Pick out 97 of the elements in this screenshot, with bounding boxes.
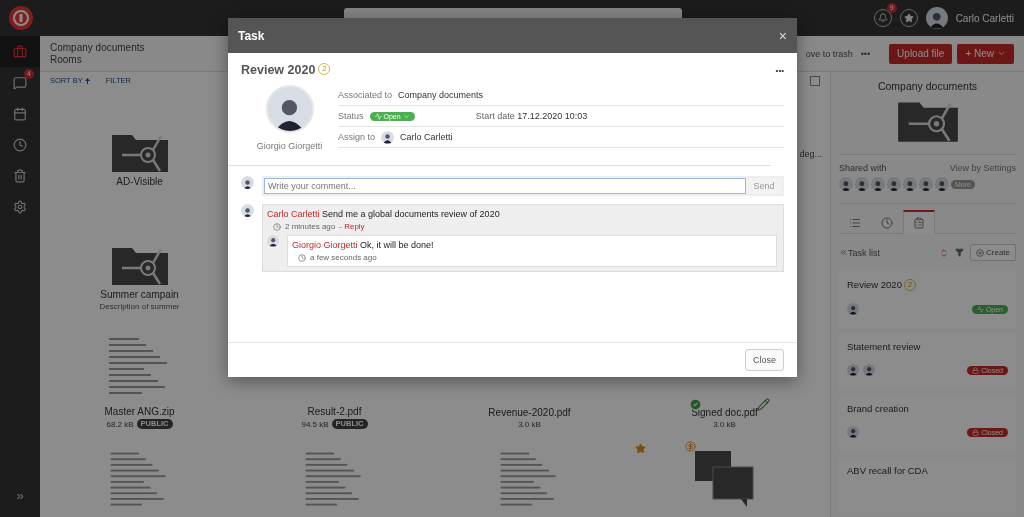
clock-icon <box>13 137 27 152</box>
avatar <box>887 177 901 191</box>
settings-link[interactable]: View by Settings <box>949 163 1016 173</box>
clipboard-icon <box>913 217 925 229</box>
briefcase-icon <box>13 44 27 59</box>
upload-button[interactable]: Upload file <box>889 43 953 64</box>
clock-icon <box>881 217 893 229</box>
clock-icon <box>298 253 306 262</box>
file-name: Master ANG.zip <box>104 406 175 417</box>
avatar <box>839 177 853 191</box>
filter-icon[interactable] <box>955 248 964 257</box>
folder-name: deg... <box>799 149 822 159</box>
breadcrumb-link[interactable]: Rooms <box>50 53 145 66</box>
file-name: Result-2.pdf <box>307 406 362 417</box>
shared-with-label: Shared with <box>839 163 887 173</box>
expand-button[interactable]: » <box>0 488 40 503</box>
new-button[interactable]: + New <box>957 43 1014 64</box>
trash-icon <box>13 168 27 183</box>
reply-link[interactable]: - Reply <box>339 222 365 231</box>
avatar <box>935 177 949 191</box>
file-size: 3.0 kB <box>518 420 541 429</box>
field-label: Assign to <box>338 132 376 142</box>
task-title: Brand creation <box>847 403 909 414</box>
creator-avatar <box>265 85 314 133</box>
chevrons-icon <box>839 248 848 257</box>
file-name: Revenue-2020.pdf <box>488 407 571 418</box>
assignee-name: Carlo Carletti <box>400 132 453 142</box>
caret-icon <box>402 112 410 120</box>
task-title: Review 2020 <box>241 63 316 77</box>
comment-field[interactable]: Write your comment... <box>264 178 746 194</box>
comment-time: a few seconds ago <box>310 253 377 262</box>
coin-icon <box>685 441 696 452</box>
activity-icon <box>374 112 382 120</box>
dialog-title: Task <box>238 28 265 43</box>
avatar <box>903 177 917 191</box>
folder-name: Summer campain <box>100 289 179 300</box>
list-icon <box>849 217 861 229</box>
avatar <box>855 177 869 191</box>
file-size: 94.5 kB <box>301 419 329 429</box>
file-name: Signed doc.pdf <box>691 407 758 418</box>
avatar <box>847 426 859 438</box>
bell-icon <box>877 13 888 23</box>
comment-text: Giorgio Giorgetti Ok, it will be done! <box>292 240 435 250</box>
field-label: Status <box>338 111 364 121</box>
avatar <box>381 130 395 144</box>
user-name[interactable]: Carlo Carletti <box>955 12 1014 24</box>
clock-icon <box>273 222 281 231</box>
author-link[interactable]: Giorgio Giorgetti <box>292 240 358 250</box>
avatar <box>847 364 859 376</box>
arrow-icon <box>84 77 90 84</box>
star-icon <box>903 13 914 23</box>
avatar <box>847 303 859 315</box>
caret-icon <box>997 49 1006 58</box>
folder-name: AD-Visible <box>116 176 163 187</box>
send-button[interactable]: Send <box>746 178 782 194</box>
lock-icon <box>972 428 980 436</box>
panel-tab[interactable] <box>903 210 935 234</box>
room-title: Company documents <box>50 41 145 54</box>
task-title: Statement review <box>847 341 921 352</box>
calendar-icon <box>13 106 27 121</box>
file-size: 3.0 kB <box>713 420 736 429</box>
avatar <box>919 177 933 191</box>
task-list-link[interactable]: Task list <box>839 247 880 258</box>
lock-icon <box>972 366 980 374</box>
comment-time: 2 minutes ago <box>285 222 336 231</box>
plus-icon <box>976 248 984 257</box>
move-to-trash-button[interactable]: ove to trash <box>805 48 853 59</box>
sidebar-item[interactable] <box>0 36 40 67</box>
avatar <box>241 176 254 189</box>
comment-text: Carlo Carletti Send me a global documents review of 2020 <box>267 209 501 219</box>
file-size: 68.2 kB <box>106 419 134 429</box>
chat-icon <box>13 75 27 90</box>
more-button[interactable]: ••• <box>860 48 871 59</box>
close-button[interactable]: Close <box>745 349 784 371</box>
avatar <box>871 177 885 191</box>
avatar <box>863 364 875 376</box>
select-all-checkbox[interactable] <box>810 75 820 86</box>
more-button[interactable]: ••• <box>775 65 784 75</box>
creator-name: Giorgio Giorgetti <box>256 141 323 151</box>
logo <box>8 5 34 31</box>
folder-description: Description of summer <box>99 302 180 311</box>
close-button[interactable]: × <box>778 27 787 44</box>
start-date: Start date 17.12.2020 10:03 <box>475 111 588 121</box>
user-avatar <box>925 7 948 29</box>
avatar <box>241 204 254 217</box>
avatar <box>267 235 279 247</box>
author-link[interactable]: Carlo Carletti <box>267 209 320 219</box>
field-label: Associated to <box>338 90 393 100</box>
pencil-icon <box>757 398 770 411</box>
activity-icon <box>976 305 984 313</box>
field-value: Company documents <box>398 90 484 100</box>
sort-icon[interactable] <box>939 247 949 258</box>
task-title: Review 2020 <box>847 279 902 290</box>
create-button[interactable]: Create <box>970 244 1016 261</box>
task-title: ABV recall for CDA <box>847 465 928 476</box>
room-title: Company documents <box>876 80 979 92</box>
settings-icon <box>13 199 27 214</box>
